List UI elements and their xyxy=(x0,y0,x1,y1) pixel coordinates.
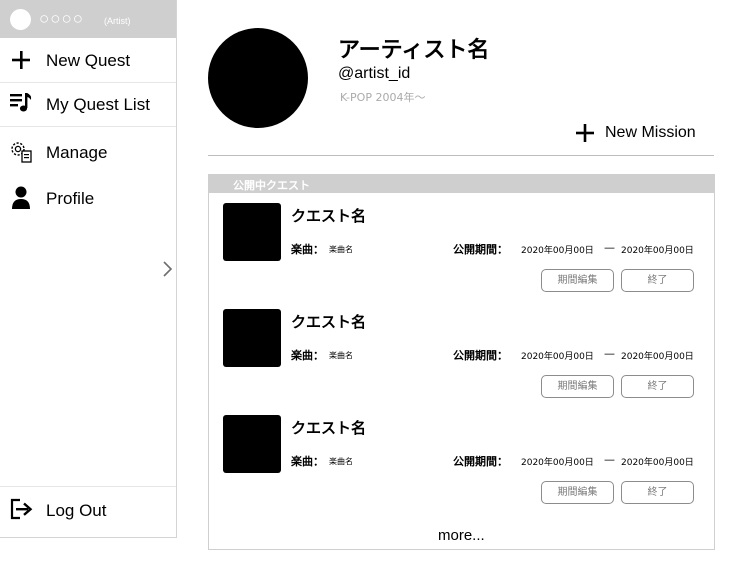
period-label: 公開期間： xyxy=(453,243,508,256)
end-quest-button[interactable]: 終了 xyxy=(621,375,694,398)
divider xyxy=(208,155,714,156)
sidebar-item-profile[interactable]: Profile xyxy=(0,176,176,220)
song-value: 楽曲名 xyxy=(329,245,353,254)
period-start: 2020年00月00日 xyxy=(521,458,594,468)
sidebar-item-new-quest[interactable]: New Quest xyxy=(0,38,176,82)
sidebar-item-label: Profile xyxy=(46,189,95,208)
song-value: 楽曲名 xyxy=(329,457,353,466)
artist-handle: @artist_id xyxy=(338,65,411,82)
period-end: 2020年00月00日 xyxy=(621,246,694,256)
sidebar: ○○○○ (Artist) New Quest My Quest List Ma… xyxy=(0,0,177,538)
song-label: 楽曲： xyxy=(291,455,324,468)
panel-title-bar: 公開中クエスト xyxy=(209,175,714,193)
period-dash: — xyxy=(604,453,615,466)
period-start: 2020年00月00日 xyxy=(521,246,594,256)
edit-period-button[interactable]: 期間編集 xyxy=(541,375,614,398)
quest-item: クエスト名 楽曲： 楽曲名 公開期間： 2020年00月00日 — 2020年0… xyxy=(209,203,714,309)
quest-name[interactable]: クエスト名 xyxy=(291,205,366,226)
song-label: 楽曲： xyxy=(291,243,324,256)
edit-period-button[interactable]: 期間編集 xyxy=(541,481,614,504)
more-link[interactable]: more... xyxy=(438,527,485,544)
sidebar-item-label: Manage xyxy=(46,143,108,162)
active-quests-panel: 公開中クエスト クエスト名 楽曲： 楽曲名 公開期間： 2020年00月00日 … xyxy=(208,174,715,550)
period-end: 2020年00月00日 xyxy=(621,352,694,362)
gear-document-icon xyxy=(11,142,32,163)
quest-thumbnail[interactable] xyxy=(223,309,281,367)
logout-icon xyxy=(10,498,33,520)
artist-genre: K-POP 2004年〜 xyxy=(340,91,426,104)
song-value: 楽曲名 xyxy=(329,351,353,360)
quest-name[interactable]: クエスト名 xyxy=(291,311,366,332)
quest-thumbnail[interactable] xyxy=(223,415,281,473)
music-list-icon xyxy=(10,93,32,112)
avatar xyxy=(10,9,31,30)
period-start: 2020年00月00日 xyxy=(521,352,594,362)
user-role: (Artist) xyxy=(104,16,131,26)
user-name: ○○○○ xyxy=(39,9,85,28)
song-label: 楽曲： xyxy=(291,349,324,362)
divider xyxy=(0,126,176,127)
quest-thumbnail[interactable] xyxy=(223,203,281,261)
sidebar-user-header[interactable]: ○○○○ (Artist) xyxy=(0,0,176,38)
period-dash: — xyxy=(604,241,615,254)
sidebar-item-my-quest-list[interactable]: My Quest List xyxy=(0,82,176,126)
chevron-right-icon[interactable] xyxy=(160,259,176,279)
quest-name[interactable]: クエスト名 xyxy=(291,417,366,438)
artist-avatar xyxy=(208,28,308,128)
logout-button[interactable]: Log Out xyxy=(0,488,176,532)
divider xyxy=(0,486,176,487)
period-end: 2020年00月00日 xyxy=(621,458,694,468)
new-mission-label: New Mission xyxy=(605,124,696,141)
panel-title: 公開中クエスト xyxy=(233,179,310,192)
period-label: 公開期間： xyxy=(453,349,508,362)
sidebar-item-label: New Quest xyxy=(46,51,131,70)
person-icon xyxy=(12,186,30,209)
period-label: 公開期間： xyxy=(453,455,508,468)
quest-item: クエスト名 楽曲： 楽曲名 公開期間： 2020年00月00日 — 2020年0… xyxy=(209,415,714,521)
end-quest-button[interactable]: 終了 xyxy=(621,481,694,504)
artist-name: アーティスト名 xyxy=(338,38,490,63)
end-quest-button[interactable]: 終了 xyxy=(621,269,694,292)
plus-icon xyxy=(576,124,594,142)
quest-item: クエスト名 楽曲： 楽曲名 公開期間： 2020年00月00日 — 2020年0… xyxy=(209,309,714,415)
plus-icon xyxy=(12,51,30,69)
sidebar-item-label: My Quest List xyxy=(46,95,150,114)
sidebar-item-manage[interactable]: Manage xyxy=(0,130,176,174)
period-dash: — xyxy=(604,347,615,360)
logout-label: Log Out xyxy=(46,501,107,520)
edit-period-button[interactable]: 期間編集 xyxy=(541,269,614,292)
